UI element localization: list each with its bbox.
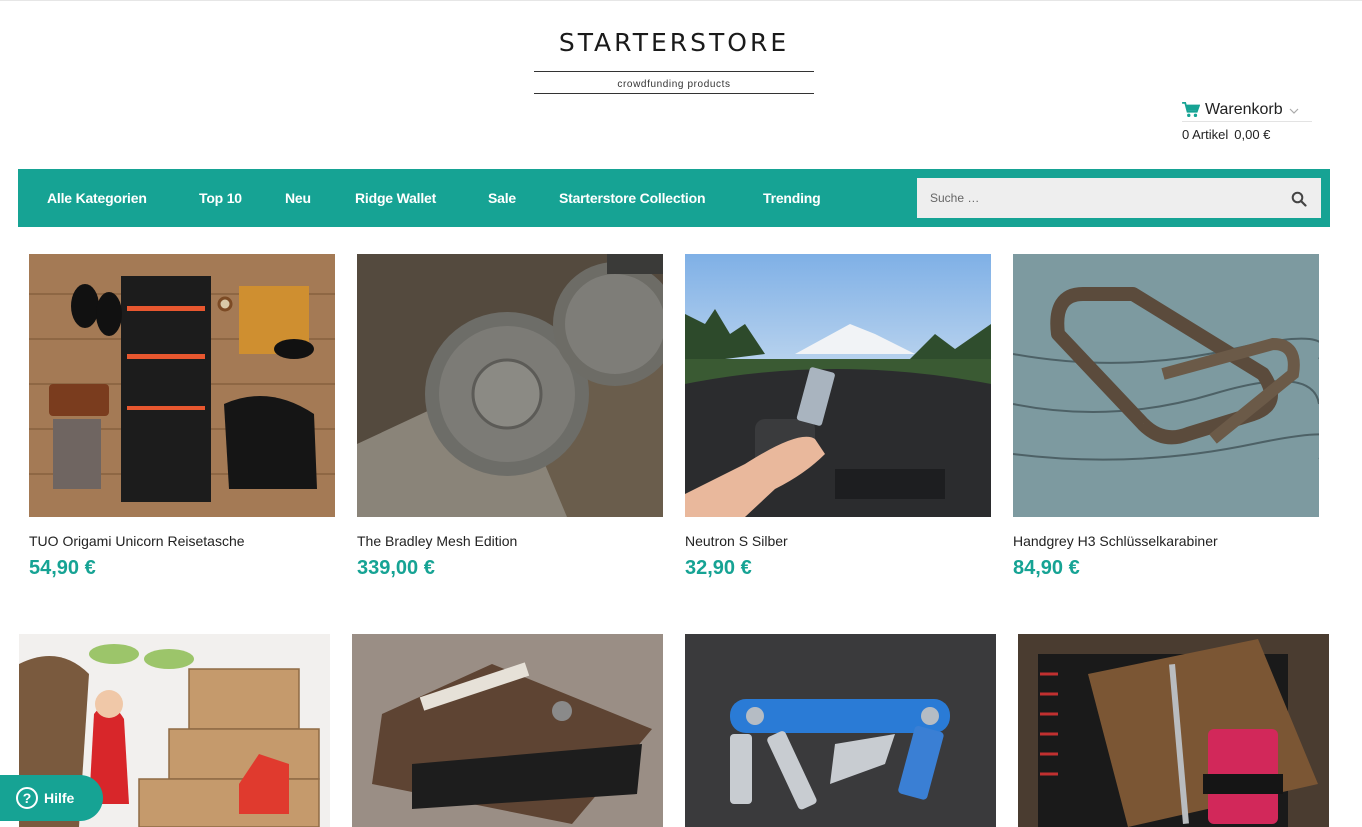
product-card[interactable]: TUO Origami Unicorn Reisetasche 54,90 € xyxy=(29,254,335,584)
product-name[interactable]: Handgrey H3 Schlüsselkarabiner xyxy=(1013,533,1218,549)
product-image-wood-wallet[interactable] xyxy=(352,634,663,827)
shopping-cart-icon xyxy=(1182,101,1200,117)
help-question-icon: ? xyxy=(16,787,38,809)
product-image-carabiner[interactable] xyxy=(1013,254,1319,517)
nav-item-top-10[interactable]: Top 10 xyxy=(199,169,242,227)
cart-count: 0 Artikel xyxy=(1182,127,1229,142)
cart-label: Warenkorb xyxy=(1205,100,1283,118)
cart-widget: Warenkorb 0 Artikel 0,00 € xyxy=(1182,100,1312,142)
product-card[interactable] xyxy=(685,634,996,827)
product-card[interactable]: The Bradley Mesh Edition 339,00 € xyxy=(357,254,663,584)
nav-item-trending[interactable]: Trending xyxy=(763,169,821,227)
main-navigation: Alle Kategorien Top 10 Neu Ridge Wallet … xyxy=(18,169,1330,227)
nav-item-starterstore-collection[interactable]: Starterstore Collection xyxy=(559,169,706,227)
search-box xyxy=(917,178,1321,218)
product-card[interactable]: Neutron S Silber 32,90 € xyxy=(685,254,991,584)
search-input[interactable] xyxy=(917,178,1277,218)
logo-title: STARTERSTORE xyxy=(558,28,790,57)
product-card[interactable] xyxy=(1018,634,1329,827)
help-label: Hilfe xyxy=(44,790,75,806)
product-image-travel-bag[interactable] xyxy=(29,254,335,517)
cart-button[interactable]: Warenkorb xyxy=(1182,100,1312,122)
cart-summary: 0 Artikel 0,00 € xyxy=(1182,127,1312,142)
nav-item-ridge-wallet[interactable]: Ridge Wallet xyxy=(355,169,436,227)
product-image-watch[interactable] xyxy=(357,254,663,517)
search-icon[interactable] xyxy=(1291,191,1307,207)
product-card[interactable] xyxy=(352,634,663,827)
nav-item-neu[interactable]: Neu xyxy=(285,169,311,227)
store-logo[interactable]: STARTERSTORE crowdfunding products xyxy=(534,28,814,94)
product-card[interactable]: Handgrey H3 Schlüsselkarabiner 84,90 € xyxy=(1013,254,1319,584)
product-image-key-organizer[interactable] xyxy=(685,634,996,827)
product-image-phone-mount[interactable] xyxy=(685,254,991,517)
top-border xyxy=(0,0,1362,1)
help-button[interactable]: ? Hilfe xyxy=(0,775,103,821)
cart-total: 0,00 € xyxy=(1234,127,1271,142)
nav-item-sale[interactable]: Sale xyxy=(488,169,516,227)
logo-subtitle: crowdfunding products xyxy=(617,79,731,90)
product-name[interactable]: The Bradley Mesh Edition xyxy=(357,533,517,549)
logo-tagline: crowdfunding products xyxy=(534,71,814,94)
product-price: 54,90 € xyxy=(29,557,96,579)
product-name[interactable]: Neutron S Silber xyxy=(685,533,788,549)
nav-item-alle-kategorien[interactable]: Alle Kategorien xyxy=(47,169,147,227)
product-price: 84,90 € xyxy=(1013,557,1080,579)
product-price: 32,90 € xyxy=(685,557,752,579)
product-image-passport-wallet[interactable] xyxy=(1018,634,1329,827)
product-price: 339,00 € xyxy=(357,557,435,579)
product-name[interactable]: TUO Origami Unicorn Reisetasche xyxy=(29,533,245,549)
chevron-down-icon xyxy=(1289,108,1299,114)
